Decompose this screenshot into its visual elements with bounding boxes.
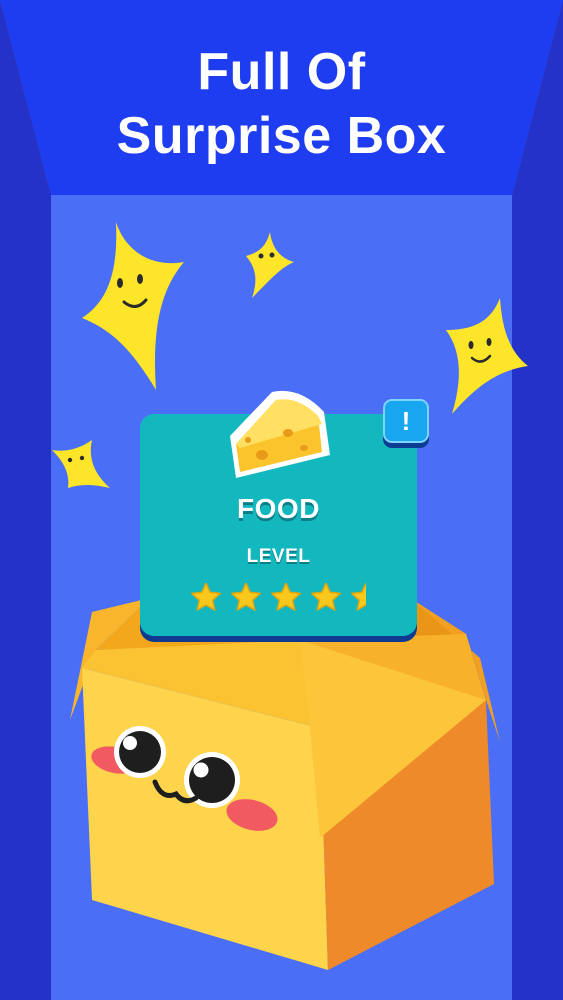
star-icon bbox=[351, 583, 366, 611]
level-stars bbox=[191, 583, 366, 611]
category-title: FOOD bbox=[237, 493, 320, 524]
cheese-icon bbox=[230, 390, 330, 478]
info-button[interactable]: ! bbox=[383, 399, 429, 443]
star-icon bbox=[311, 583, 341, 611]
star-icon bbox=[231, 583, 261, 611]
exclamation-icon: ! bbox=[401, 406, 411, 436]
level-label: LEVEL bbox=[246, 546, 311, 567]
star-icon bbox=[271, 583, 301, 611]
star-icon bbox=[191, 583, 221, 611]
